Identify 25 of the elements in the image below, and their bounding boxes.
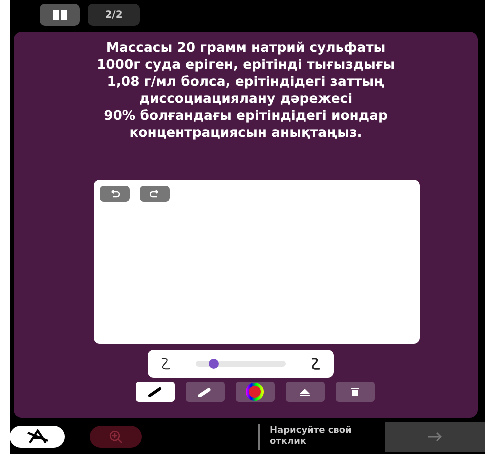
eraser-tool-button[interactable] bbox=[286, 382, 324, 402]
pen-tool-button[interactable] bbox=[136, 382, 174, 402]
marker-icon bbox=[198, 387, 212, 397]
page-counter[interactable]: 2/2 bbox=[88, 4, 140, 26]
question-text: Массасы 20 грамм натрий сульфаты 1000г суда еріген, ерітінді тығыздығы 1,08 г/мл болса, ерітіндідегі заттың диссоциациялану дәрежесі 90% болғандағы ерітіндідегі иондар концентрациясын анықтаңыз. bbox=[96, 40, 396, 142]
stroke-width-slider[interactable] bbox=[196, 361, 286, 367]
text-tool-icon bbox=[26, 429, 50, 445]
undo-icon bbox=[110, 190, 120, 198]
pause-icon bbox=[53, 10, 67, 20]
trash-tool-button[interactable] bbox=[336, 382, 374, 402]
accessibility-button[interactable] bbox=[10, 426, 65, 448]
marker-tool-button[interactable] bbox=[186, 382, 224, 402]
zoom-in-icon bbox=[109, 430, 123, 444]
hint-text: Нарисуйте свой отклик bbox=[270, 426, 353, 448]
pause-button[interactable] bbox=[40, 4, 80, 26]
arrow-right-icon bbox=[427, 432, 443, 442]
trash-icon bbox=[350, 387, 360, 397]
undo-button[interactable] bbox=[100, 186, 130, 202]
eraser-icon bbox=[298, 387, 312, 397]
redo-button[interactable] bbox=[140, 186, 170, 202]
color-tool-button[interactable] bbox=[236, 382, 274, 402]
color-wheel-icon bbox=[244, 382, 266, 402]
pencil-icon bbox=[148, 387, 162, 397]
slider-thumb[interactable] bbox=[208, 359, 219, 369]
redo-icon bbox=[150, 190, 160, 198]
